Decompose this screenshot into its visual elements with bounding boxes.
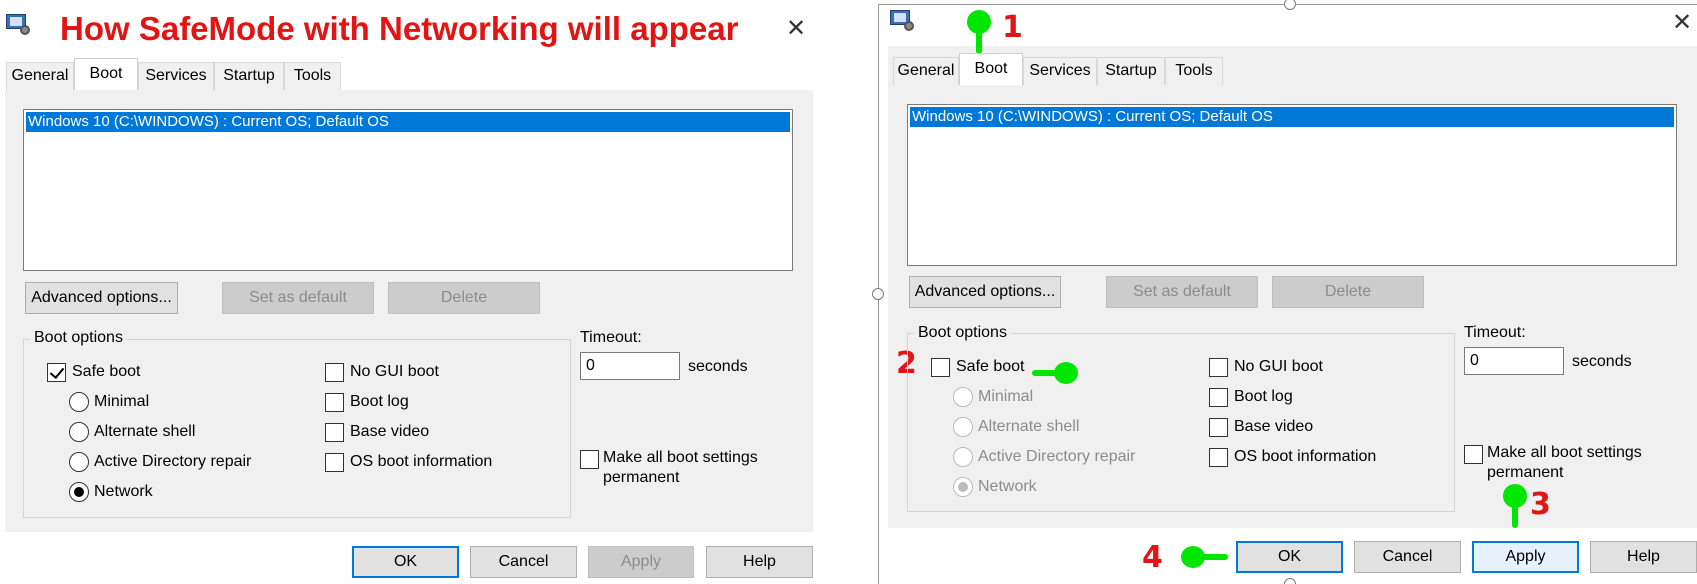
timeout-input[interactable]: 0 [580, 352, 680, 380]
annotation-step-1: 1 [1002, 10, 1023, 45]
os-boot-info-check[interactable] [325, 453, 344, 472]
radio-minimal-button[interactable] [69, 392, 89, 412]
annotation-step-3: 3 [1530, 487, 1551, 522]
boot-log-label: Boot log [1234, 388, 1293, 405]
tab-tools[interactable]: Tools [1165, 57, 1223, 85]
radio-minimal-label: Minimal [978, 388, 1034, 405]
no-gui-boot-check[interactable] [1209, 358, 1228, 377]
safe-boot-check[interactable] [931, 358, 950, 377]
os-boot-info-label: OS boot information [1234, 448, 1377, 465]
timeout-label: Timeout: [580, 329, 642, 346]
base-video-label: Base video [1234, 418, 1314, 435]
make-permanent-label: Make all boot settings permanent [1487, 443, 1642, 483]
make-permanent-check[interactable] [1464, 445, 1483, 464]
tab-tools[interactable]: Tools [284, 62, 341, 90]
radio-minimal-button[interactable] [953, 387, 973, 407]
radio-ad-repair-label: Active Directory repair [978, 448, 1136, 465]
boot-log-check[interactable] [325, 393, 344, 412]
annotation-title: How SafeMode with Networking will appear [60, 10, 739, 47]
os-list[interactable]: Windows 10 (C:\WINDOWS) : Current OS; De… [907, 104, 1677, 266]
boot-log-check[interactable] [1209, 388, 1228, 407]
radio-ad-repair-button[interactable] [953, 447, 973, 467]
pointing-hand-icon [1503, 484, 1527, 528]
right-dialog: ✕ 1 General Boot Services Startup Tools … [872, 0, 1697, 584]
make-permanent-check[interactable] [580, 450, 599, 469]
make-permanent-line1: Make all boot settings [603, 449, 758, 466]
base-video-check[interactable] [1209, 418, 1228, 437]
tab-bar: General Boot Services Startup Tools [6, 58, 406, 90]
timeout-label: Timeout: [1464, 324, 1526, 341]
safe-boot-label: Safe boot [72, 363, 141, 380]
safe-boot-check[interactable] [47, 363, 66, 382]
resize-handle[interactable] [1284, 578, 1296, 584]
pointing-hand-icon [967, 10, 991, 54]
boot-options-label: Boot options [914, 324, 1011, 342]
radio-ad-repair-label: Active Directory repair [94, 453, 252, 470]
make-permanent-line2: permanent [603, 469, 680, 486]
os-list-item[interactable]: Windows 10 (C:\WINDOWS) : Current OS; De… [26, 112, 790, 132]
apply-button[interactable]: Apply [1472, 541, 1579, 573]
close-icon[interactable]: ✕ [786, 16, 806, 40]
os-list-item[interactable]: Windows 10 (C:\WINDOWS) : Current OS; De… [910, 107, 1674, 127]
apply-button[interactable]: Apply [588, 546, 694, 578]
radio-alternate-shell-button[interactable] [953, 417, 973, 437]
tab-services[interactable]: Services [138, 62, 214, 90]
help-button[interactable]: Help [706, 546, 813, 578]
ok-button[interactable]: OK [1236, 541, 1343, 573]
cancel-button[interactable]: Cancel [470, 546, 577, 578]
delete-button[interactable]: Delete [388, 282, 540, 314]
os-list[interactable]: Windows 10 (C:\WINDOWS) : Current OS; De… [23, 109, 793, 271]
radio-network-button[interactable] [69, 482, 89, 502]
set-as-default-button[interactable]: Set as default [222, 282, 374, 314]
no-gui-boot-label: No GUI boot [350, 363, 439, 380]
left-dialog: How SafeMode with Networking will appear… [0, 0, 822, 584]
os-boot-info-check[interactable] [1209, 448, 1228, 467]
make-permanent-line2: permanent [1487, 464, 1564, 481]
make-permanent-label: Make all boot settings permanent [603, 448, 758, 488]
no-gui-boot-label: No GUI boot [1234, 358, 1323, 375]
pointing-hand-icon [1181, 546, 1228, 568]
delete-button[interactable]: Delete [1272, 276, 1424, 308]
msconfig-icon [890, 10, 914, 31]
tab-services[interactable]: Services [1023, 57, 1097, 85]
pointing-hand-icon [1032, 362, 1078, 384]
msconfig-icon [6, 14, 30, 35]
radio-ad-repair-button[interactable] [69, 452, 89, 472]
radio-network-label: Network [978, 478, 1037, 495]
tab-boot[interactable]: Boot [959, 53, 1023, 85]
tab-startup[interactable]: Startup [214, 62, 284, 90]
resize-handle[interactable] [872, 288, 884, 300]
boot-options-label: Boot options [30, 329, 127, 347]
tab-boot[interactable]: Boot [74, 58, 138, 90]
advanced-options-button[interactable]: Advanced options... [909, 276, 1061, 308]
tab-bar: General Boot Services Startup Tools [893, 53, 1293, 85]
radio-network-label: Network [94, 483, 153, 500]
cancel-button[interactable]: Cancel [1354, 541, 1461, 573]
base-video-label: Base video [350, 423, 430, 440]
radio-alternate-shell-label: Alternate shell [978, 418, 1080, 435]
advanced-options-button[interactable]: Advanced options... [25, 282, 178, 314]
seconds-label: seconds [1572, 353, 1632, 370]
seconds-label: seconds [688, 358, 748, 375]
no-gui-boot-check[interactable] [325, 363, 344, 382]
close-icon[interactable]: ✕ [1672, 10, 1692, 34]
help-button[interactable]: Help [1590, 541, 1697, 573]
base-video-check[interactable] [325, 423, 344, 442]
annotation-step-4: 4 [1142, 540, 1163, 575]
safe-boot-label: Safe boot [956, 358, 1025, 375]
set-as-default-button[interactable]: Set as default [1106, 276, 1258, 308]
boot-log-label: Boot log [350, 393, 409, 410]
tab-startup[interactable]: Startup [1097, 57, 1165, 85]
radio-minimal-label: Minimal [94, 393, 150, 410]
radio-network-button[interactable] [953, 477, 973, 497]
timeout-input[interactable]: 0 [1464, 347, 1564, 375]
radio-alternate-shell-button[interactable] [69, 422, 89, 442]
os-boot-info-label: OS boot information [350, 453, 493, 470]
tab-general[interactable]: General [6, 62, 74, 90]
ok-button[interactable]: OK [352, 546, 459, 578]
make-permanent-line1: Make all boot settings [1487, 444, 1642, 461]
radio-alternate-shell-label: Alternate shell [94, 423, 196, 440]
tab-general[interactable]: General [893, 57, 959, 85]
resize-handle[interactable] [1284, 0, 1296, 10]
